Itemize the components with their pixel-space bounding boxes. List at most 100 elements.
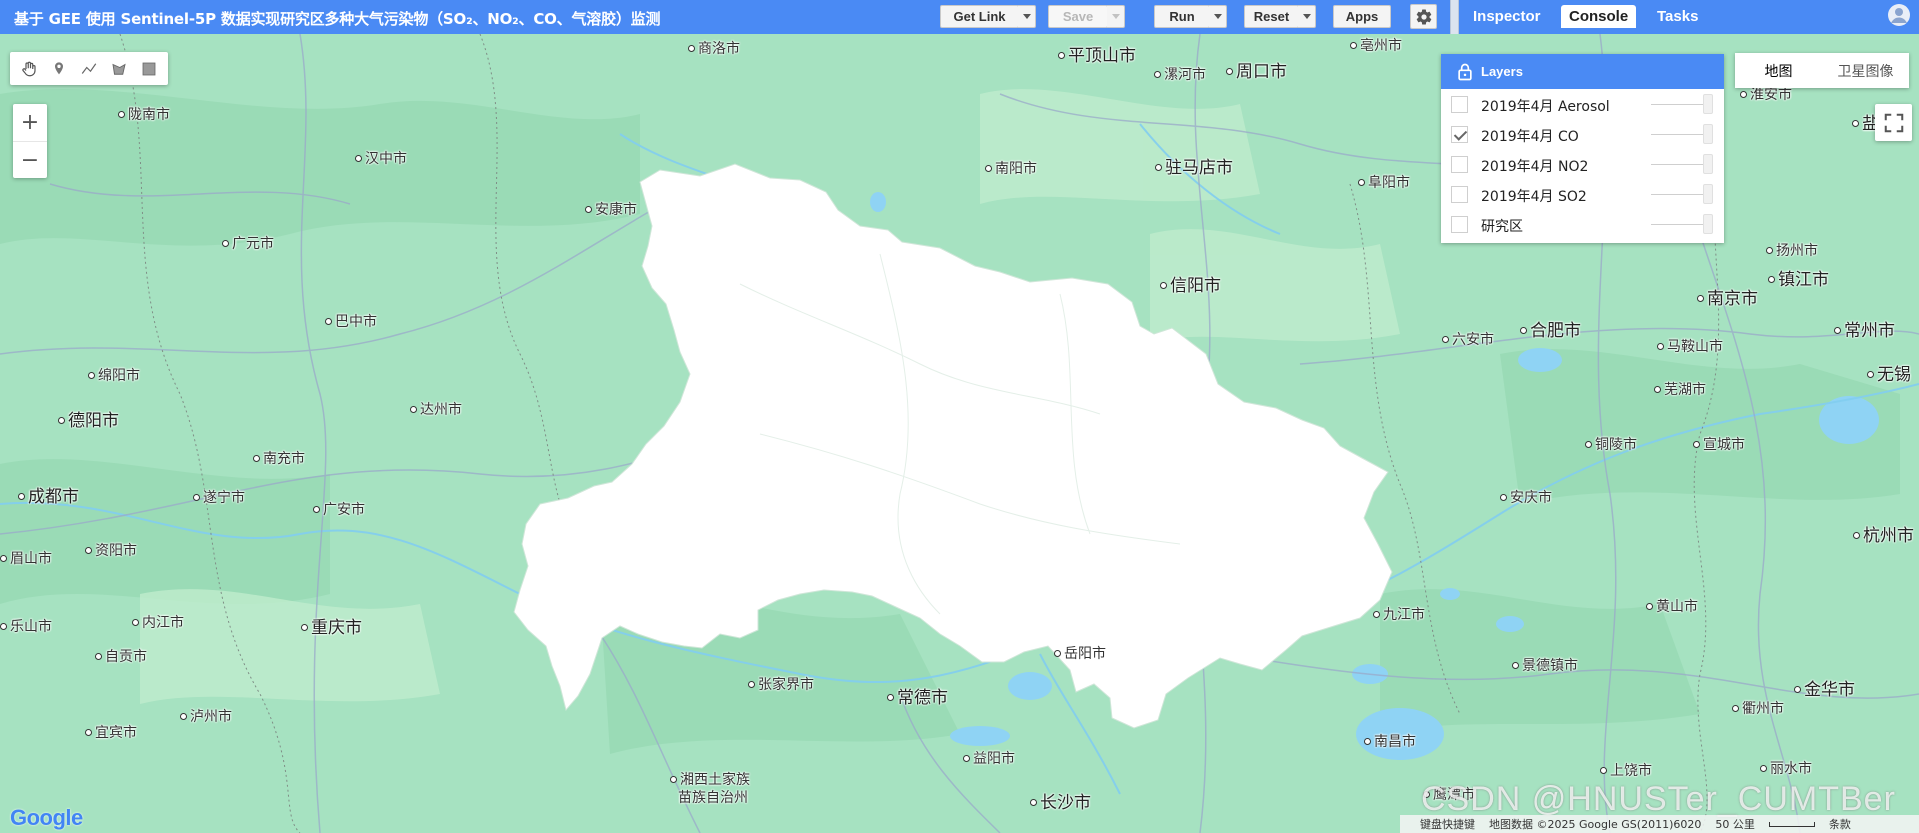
zoom-out-button[interactable]: −: [13, 141, 47, 178]
opacity-slider-track[interactable]: [1651, 224, 1709, 225]
opacity-slider-track[interactable]: [1651, 194, 1709, 195]
city-label: 成都市: [18, 482, 79, 507]
run-dropdown-icon[interactable]: [1209, 5, 1227, 28]
layer-checkbox[interactable]: [1451, 216, 1468, 233]
city-dot-icon: [1853, 531, 1860, 539]
city-dot-icon: [1155, 163, 1162, 171]
city-label: 合肥市: [1520, 316, 1581, 341]
city-name: 景德镇市: [1522, 658, 1578, 674]
city-name: 铜陵市: [1595, 437, 1637, 453]
fullscreen-button[interactable]: [1875, 104, 1912, 141]
keyboard-shortcuts-link[interactable]: 键盘快捷键: [1420, 816, 1475, 832]
point-marker-icon[interactable]: [44, 54, 74, 84]
city-name: 乐山市: [10, 619, 52, 635]
zoom-in-button[interactable]: +: [13, 104, 47, 141]
get-link-dropdown-icon[interactable]: [1018, 5, 1036, 28]
map-type-map-button[interactable]: 地图: [1735, 53, 1822, 88]
layer-row-study-area[interactable]: 研究区: [1441, 209, 1724, 239]
city-name: 信阳市: [1170, 276, 1221, 296]
city-name: 合肥市: [1530, 321, 1581, 341]
city-name: 安康市: [595, 202, 637, 218]
city-dot-icon: [985, 164, 992, 172]
layer-checkbox[interactable]: [1451, 156, 1468, 173]
opacity-slider-handle[interactable]: [1703, 184, 1713, 204]
city-label: 宜宾市: [85, 722, 137, 742]
opacity-slider-track[interactable]: [1651, 164, 1709, 165]
city-dot-icon: [1585, 440, 1592, 448]
city-label: 九江市: [1373, 604, 1425, 624]
save-button[interactable]: Save: [1048, 5, 1108, 28]
city-dot-icon: [1646, 602, 1653, 610]
city-name: 镇江市: [1778, 270, 1829, 290]
scale-label[interactable]: 50 公里: [1715, 816, 1755, 832]
city-name: 无锡: [1877, 365, 1911, 385]
layers-header[interactable]: Layers: [1441, 54, 1724, 89]
opacity-slider-track[interactable]: [1651, 104, 1709, 105]
opacity-slider-handle[interactable]: [1703, 154, 1713, 174]
reset-dropdown-icon[interactable]: [1298, 5, 1316, 28]
settings-gear-icon[interactable]: [1410, 4, 1437, 29]
city-label: 信阳市: [1160, 271, 1221, 296]
pan-hand-icon[interactable]: [14, 54, 44, 84]
tab-console[interactable]: Console: [1561, 5, 1637, 28]
panel-splitter[interactable]: [1450, 0, 1459, 34]
city-label: 益阳市: [963, 748, 1015, 768]
save-dropdown-icon[interactable]: [1107, 5, 1125, 28]
city-dot-icon: [1154, 70, 1161, 78]
opacity-slider-handle[interactable]: [1703, 94, 1713, 114]
city-name: 巴中市: [335, 314, 377, 330]
user-avatar-icon[interactable]: [1887, 3, 1911, 27]
layer-checkbox[interactable]: [1451, 186, 1468, 203]
reset-button[interactable]: Reset: [1244, 5, 1299, 28]
terms-link[interactable]: 条款: [1829, 816, 1851, 832]
polygon-tool-icon[interactable]: [104, 54, 134, 84]
layer-checkbox[interactable]: [1451, 96, 1468, 113]
rectangle-tool-icon[interactable]: [134, 54, 164, 84]
city-dot-icon: [1058, 51, 1065, 59]
city-dot-icon: [410, 405, 417, 413]
city-label: 金华市: [1794, 675, 1855, 700]
city-label: 重庆市: [301, 613, 362, 638]
layer-row-aerosol[interactable]: 2019年4月 Aerosol: [1441, 89, 1724, 119]
city-label: 镇江市: [1768, 265, 1829, 290]
city-name: 岳阳市: [1064, 646, 1106, 662]
layer-row-co[interactable]: 2019年4月 CO: [1441, 119, 1724, 149]
city-name: 常州市: [1844, 321, 1895, 341]
opacity-slider-handle[interactable]: [1703, 124, 1713, 144]
map-attribution: 地图数据 ©2025 Google GS(2011)6020: [1489, 818, 1702, 831]
city-label: 湘西土家族: [670, 769, 750, 789]
lock-icon[interactable]: [1455, 62, 1475, 82]
layer-row-no2[interactable]: 2019年4月 NO2: [1441, 149, 1724, 179]
tab-tasks[interactable]: Tasks: [1649, 5, 1706, 28]
city-dot-icon: [1766, 246, 1773, 254]
city-dot-icon: [1160, 281, 1167, 289]
city-label: 芜湖市: [1654, 379, 1706, 399]
city-label: 商洛市: [688, 38, 740, 58]
city-dot-icon: [180, 712, 187, 720]
city-label: 铜陵市: [1585, 434, 1637, 454]
run-button[interactable]: Run: [1154, 5, 1210, 28]
line-tool-icon[interactable]: [74, 54, 104, 84]
city-name: 上饶市: [1610, 763, 1652, 779]
tab-inspector[interactable]: Inspector: [1465, 5, 1549, 28]
city-name: 马鞍山市: [1667, 339, 1723, 355]
layer-checkbox[interactable]: [1451, 126, 1468, 143]
opacity-slider-handle[interactable]: [1703, 214, 1713, 234]
opacity-slider-track[interactable]: [1651, 134, 1709, 135]
map-type-satellite-button[interactable]: 卫星图像: [1822, 53, 1909, 88]
city-name: 南京市: [1707, 289, 1758, 309]
get-link-button[interactable]: Get Link: [940, 5, 1019, 28]
city-dot-icon: [18, 492, 25, 500]
city-label: 杭州市: [1853, 521, 1914, 546]
city-dot-icon: [355, 154, 362, 162]
city-label: 南昌市: [1364, 731, 1416, 751]
city-dot-icon: [1030, 798, 1037, 806]
city-name: 商洛市: [698, 41, 740, 57]
apps-button[interactable]: Apps: [1333, 5, 1391, 28]
city-label: 遂宁市: [193, 487, 245, 507]
layer-row-so2[interactable]: 2019年4月 SO2: [1441, 179, 1724, 209]
city-name: 杭州市: [1863, 526, 1914, 546]
city-dot-icon: [1693, 440, 1700, 448]
city-label: 南充市: [253, 448, 305, 468]
city-name: 自贡市: [105, 649, 147, 665]
